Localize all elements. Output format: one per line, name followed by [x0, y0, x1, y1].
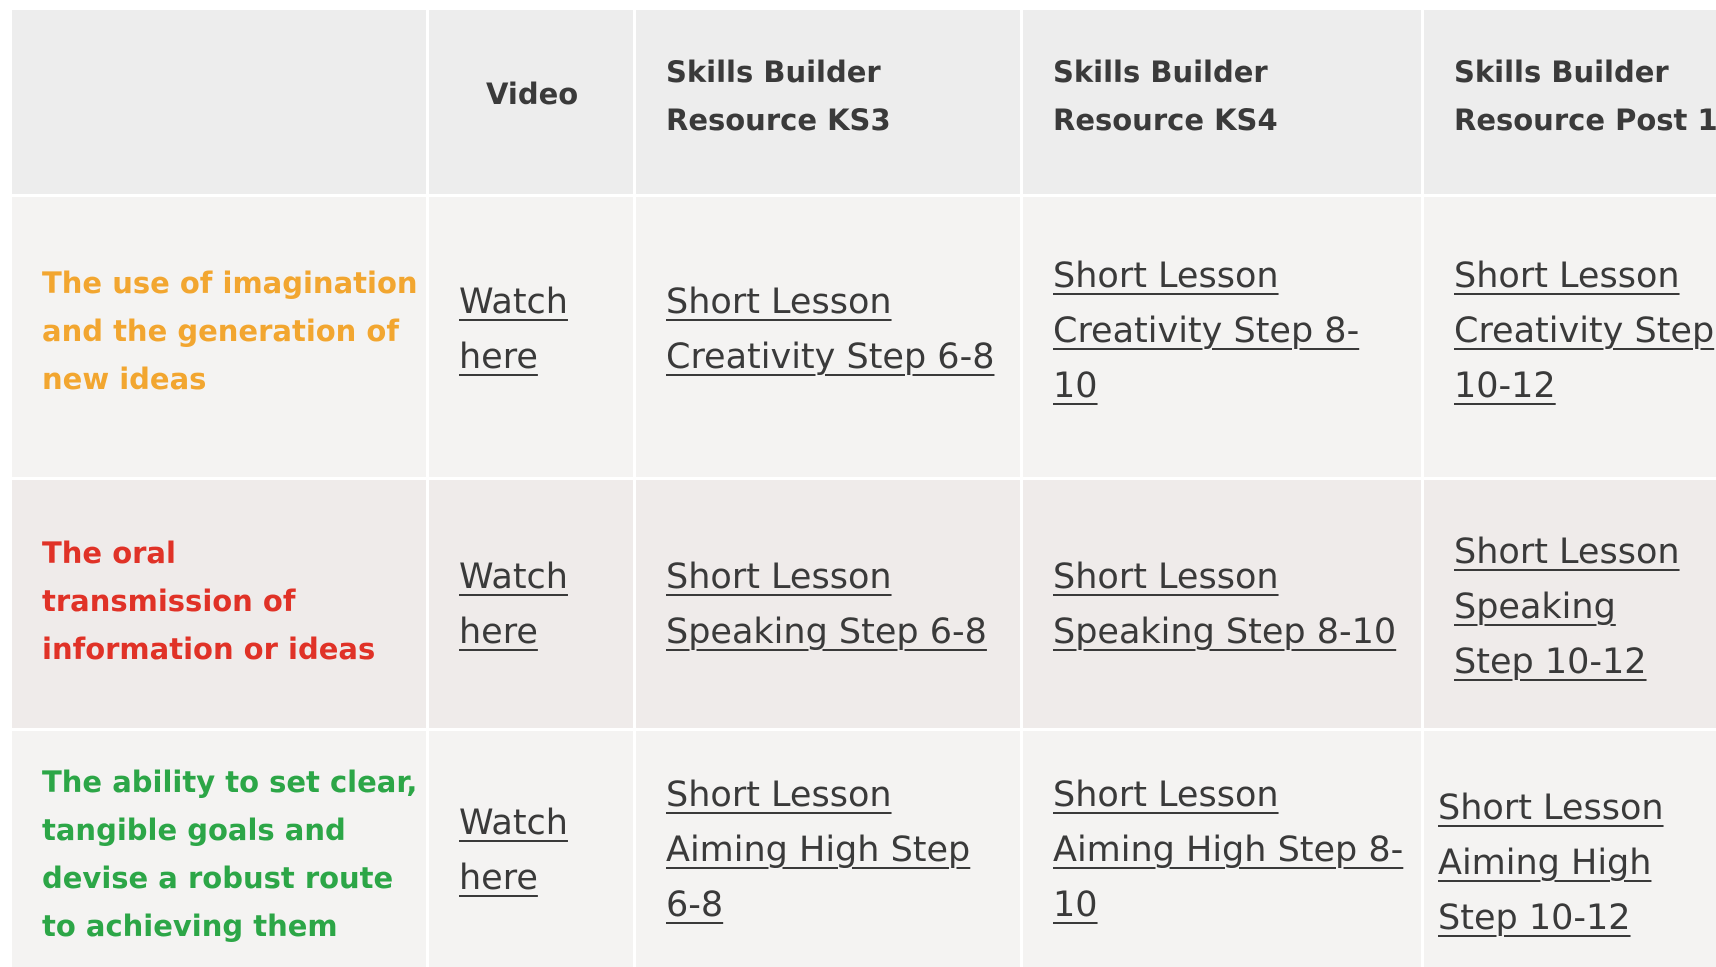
header-ks4-label: Skills Builder Resource KS4	[1053, 48, 1278, 144]
page: Video Skills Builder Resource KS3 Skills…	[0, 0, 1716, 967]
row-creativity-ks3-cell: Short Lesson Creativity Step 6-8	[636, 197, 1020, 477]
header-ks3-line: Resource KS3	[666, 103, 891, 137]
skill-line: information or ideas	[42, 632, 376, 666]
link-line: Aiming High Step 8-	[1053, 830, 1404, 870]
link-line: Watch	[459, 803, 568, 843]
ks4-speaking-lesson-link[interactable]: Short Lesson Speaking Step 8-10	[1053, 550, 1396, 660]
row-aiming-high-skill-cell: The ability to set clear, tangible goals…	[12, 731, 426, 967]
link-line: Watch	[459, 282, 568, 322]
row-speaking-post16-cell: Short Lesson Speaking Step 10-12	[1424, 480, 1716, 728]
skill-line: transmission of	[42, 584, 296, 618]
header-post16-line: Resource Post 16	[1454, 103, 1716, 137]
row-aiming-high-video-cell: Watch here	[429, 731, 633, 967]
link-line: Short Lesson	[1053, 256, 1279, 296]
post16-creativity-lesson-link[interactable]: Short Lesson Creativity Step 10-12	[1454, 249, 1714, 414]
ks3-aiming-high-lesson-link[interactable]: Short Lesson Aiming High Step 6-8	[666, 768, 970, 933]
skill-line: tangible goals and	[42, 813, 346, 847]
header-ks4-line: Skills Builder	[1053, 55, 1268, 89]
header-video-label: Video	[486, 70, 578, 118]
row-speaking-ks4-cell: Short Lesson Speaking Step 8-10	[1023, 480, 1421, 728]
ks4-aiming-high-lesson-link[interactable]: Short Lesson Aiming High Step 8- 10	[1053, 768, 1403, 933]
watch-here-link-speaking[interactable]: Watch here	[459, 550, 568, 660]
link-line: Creativity Step	[1454, 311, 1715, 351]
resource-table: Video Skills Builder Resource KS3 Skills…	[12, 10, 1716, 967]
header-post16-label: Skills Builder Resource Post 16	[1454, 48, 1716, 144]
link-line: Step 10-12	[1454, 642, 1647, 682]
skill-line: The use of imagination	[42, 266, 418, 300]
link-line: Short Lesson	[666, 282, 892, 322]
header-post16-cell: Skills Builder Resource Post 16	[1424, 10, 1716, 194]
watch-here-link-creativity[interactable]: Watch here	[459, 275, 568, 385]
header-ks4-cell: Skills Builder Resource KS4	[1023, 10, 1421, 194]
link-line: here	[459, 337, 538, 377]
row-creativity-skill-cell: The use of imagination and the generatio…	[12, 197, 426, 477]
ks3-speaking-lesson-link[interactable]: Short Lesson Speaking Step 6-8	[666, 550, 987, 660]
skill-description-creativity: The use of imagination and the generatio…	[42, 259, 418, 403]
post16-speaking-lesson-link[interactable]: Short Lesson Speaking Step 10-12	[1454, 525, 1680, 690]
row-speaking-ks3-cell: Short Lesson Speaking Step 6-8	[636, 480, 1020, 728]
link-line: 6-8	[666, 885, 724, 925]
link-line: 10	[1053, 366, 1098, 406]
skill-line: The oral	[42, 536, 176, 570]
skill-line: The ability to set clear,	[42, 765, 418, 799]
link-line: Short Lesson	[1053, 557, 1279, 597]
header-video-text: Video	[486, 77, 579, 111]
row-aiming-high-ks3-cell: Short Lesson Aiming High Step 6-8	[636, 731, 1020, 967]
link-line: here	[459, 858, 538, 898]
link-line: 10-12	[1454, 366, 1556, 406]
header-corner-cell	[12, 10, 426, 194]
link-line: Aiming High Step	[666, 830, 971, 870]
link-line: Short Lesson	[1053, 775, 1279, 815]
row-creativity-ks4-cell: Short Lesson Creativity Step 8- 10	[1023, 197, 1421, 477]
ks4-creativity-lesson-link[interactable]: Short Lesson Creativity Step 8- 10	[1053, 249, 1359, 414]
header-ks4-line: Resource KS4	[1053, 103, 1278, 137]
skill-line: to achieving them	[42, 909, 338, 943]
row-creativity-post16-cell: Short Lesson Creativity Step 10-12	[1424, 197, 1716, 477]
link-line: Short Lesson	[1438, 788, 1664, 828]
link-line: Short Lesson	[1454, 532, 1680, 572]
link-line: Short Lesson	[666, 775, 892, 815]
row-speaking-skill-cell: The oral transmission of information or …	[12, 480, 426, 728]
link-line: Short Lesson	[1454, 256, 1680, 296]
row-aiming-high-ks4-cell: Short Lesson Aiming High Step 8- 10	[1023, 731, 1421, 967]
link-line: Speaking Step 6-8	[666, 612, 987, 652]
header-ks3-cell: Skills Builder Resource KS3	[636, 10, 1020, 194]
link-line: 10	[1053, 885, 1098, 925]
link-line: Speaking	[1454, 587, 1616, 627]
row-creativity-video-cell: Watch here	[429, 197, 633, 477]
row-aiming-high-post16-cell: Short Lesson Aiming High Step 10-12	[1424, 731, 1716, 967]
header-post16-line: Skills Builder	[1454, 55, 1669, 89]
header-ks3-label: Skills Builder Resource KS3	[666, 48, 891, 144]
link-line: Step 10-12	[1438, 898, 1631, 938]
skill-line: devise a robust route	[42, 861, 394, 895]
skill-description-aiming-high: The ability to set clear, tangible goals…	[42, 758, 417, 950]
link-line: Creativity Step 6-8	[666, 337, 995, 377]
link-line: here	[459, 612, 538, 652]
link-line: Watch	[459, 557, 568, 597]
link-line: Short Lesson	[666, 557, 892, 597]
ks3-creativity-lesson-link[interactable]: Short Lesson Creativity Step 6-8	[666, 275, 994, 385]
skill-description-speaking: The oral transmission of information or …	[42, 529, 375, 673]
header-ks3-line: Skills Builder	[666, 55, 881, 89]
skill-line: and the generation of	[42, 314, 399, 348]
post16-aiming-high-lesson-link[interactable]: Short Lesson Aiming High Step 10-12	[1438, 781, 1664, 946]
skill-line: new ideas	[42, 362, 207, 396]
row-speaking-video-cell: Watch here	[429, 480, 633, 728]
watch-here-link-aiming-high[interactable]: Watch here	[459, 796, 568, 906]
link-line: Speaking Step 8-10	[1053, 612, 1397, 652]
header-video-cell: Video	[429, 10, 633, 194]
link-line: Aiming High	[1438, 843, 1652, 883]
link-line: Creativity Step 8-	[1053, 311, 1360, 351]
